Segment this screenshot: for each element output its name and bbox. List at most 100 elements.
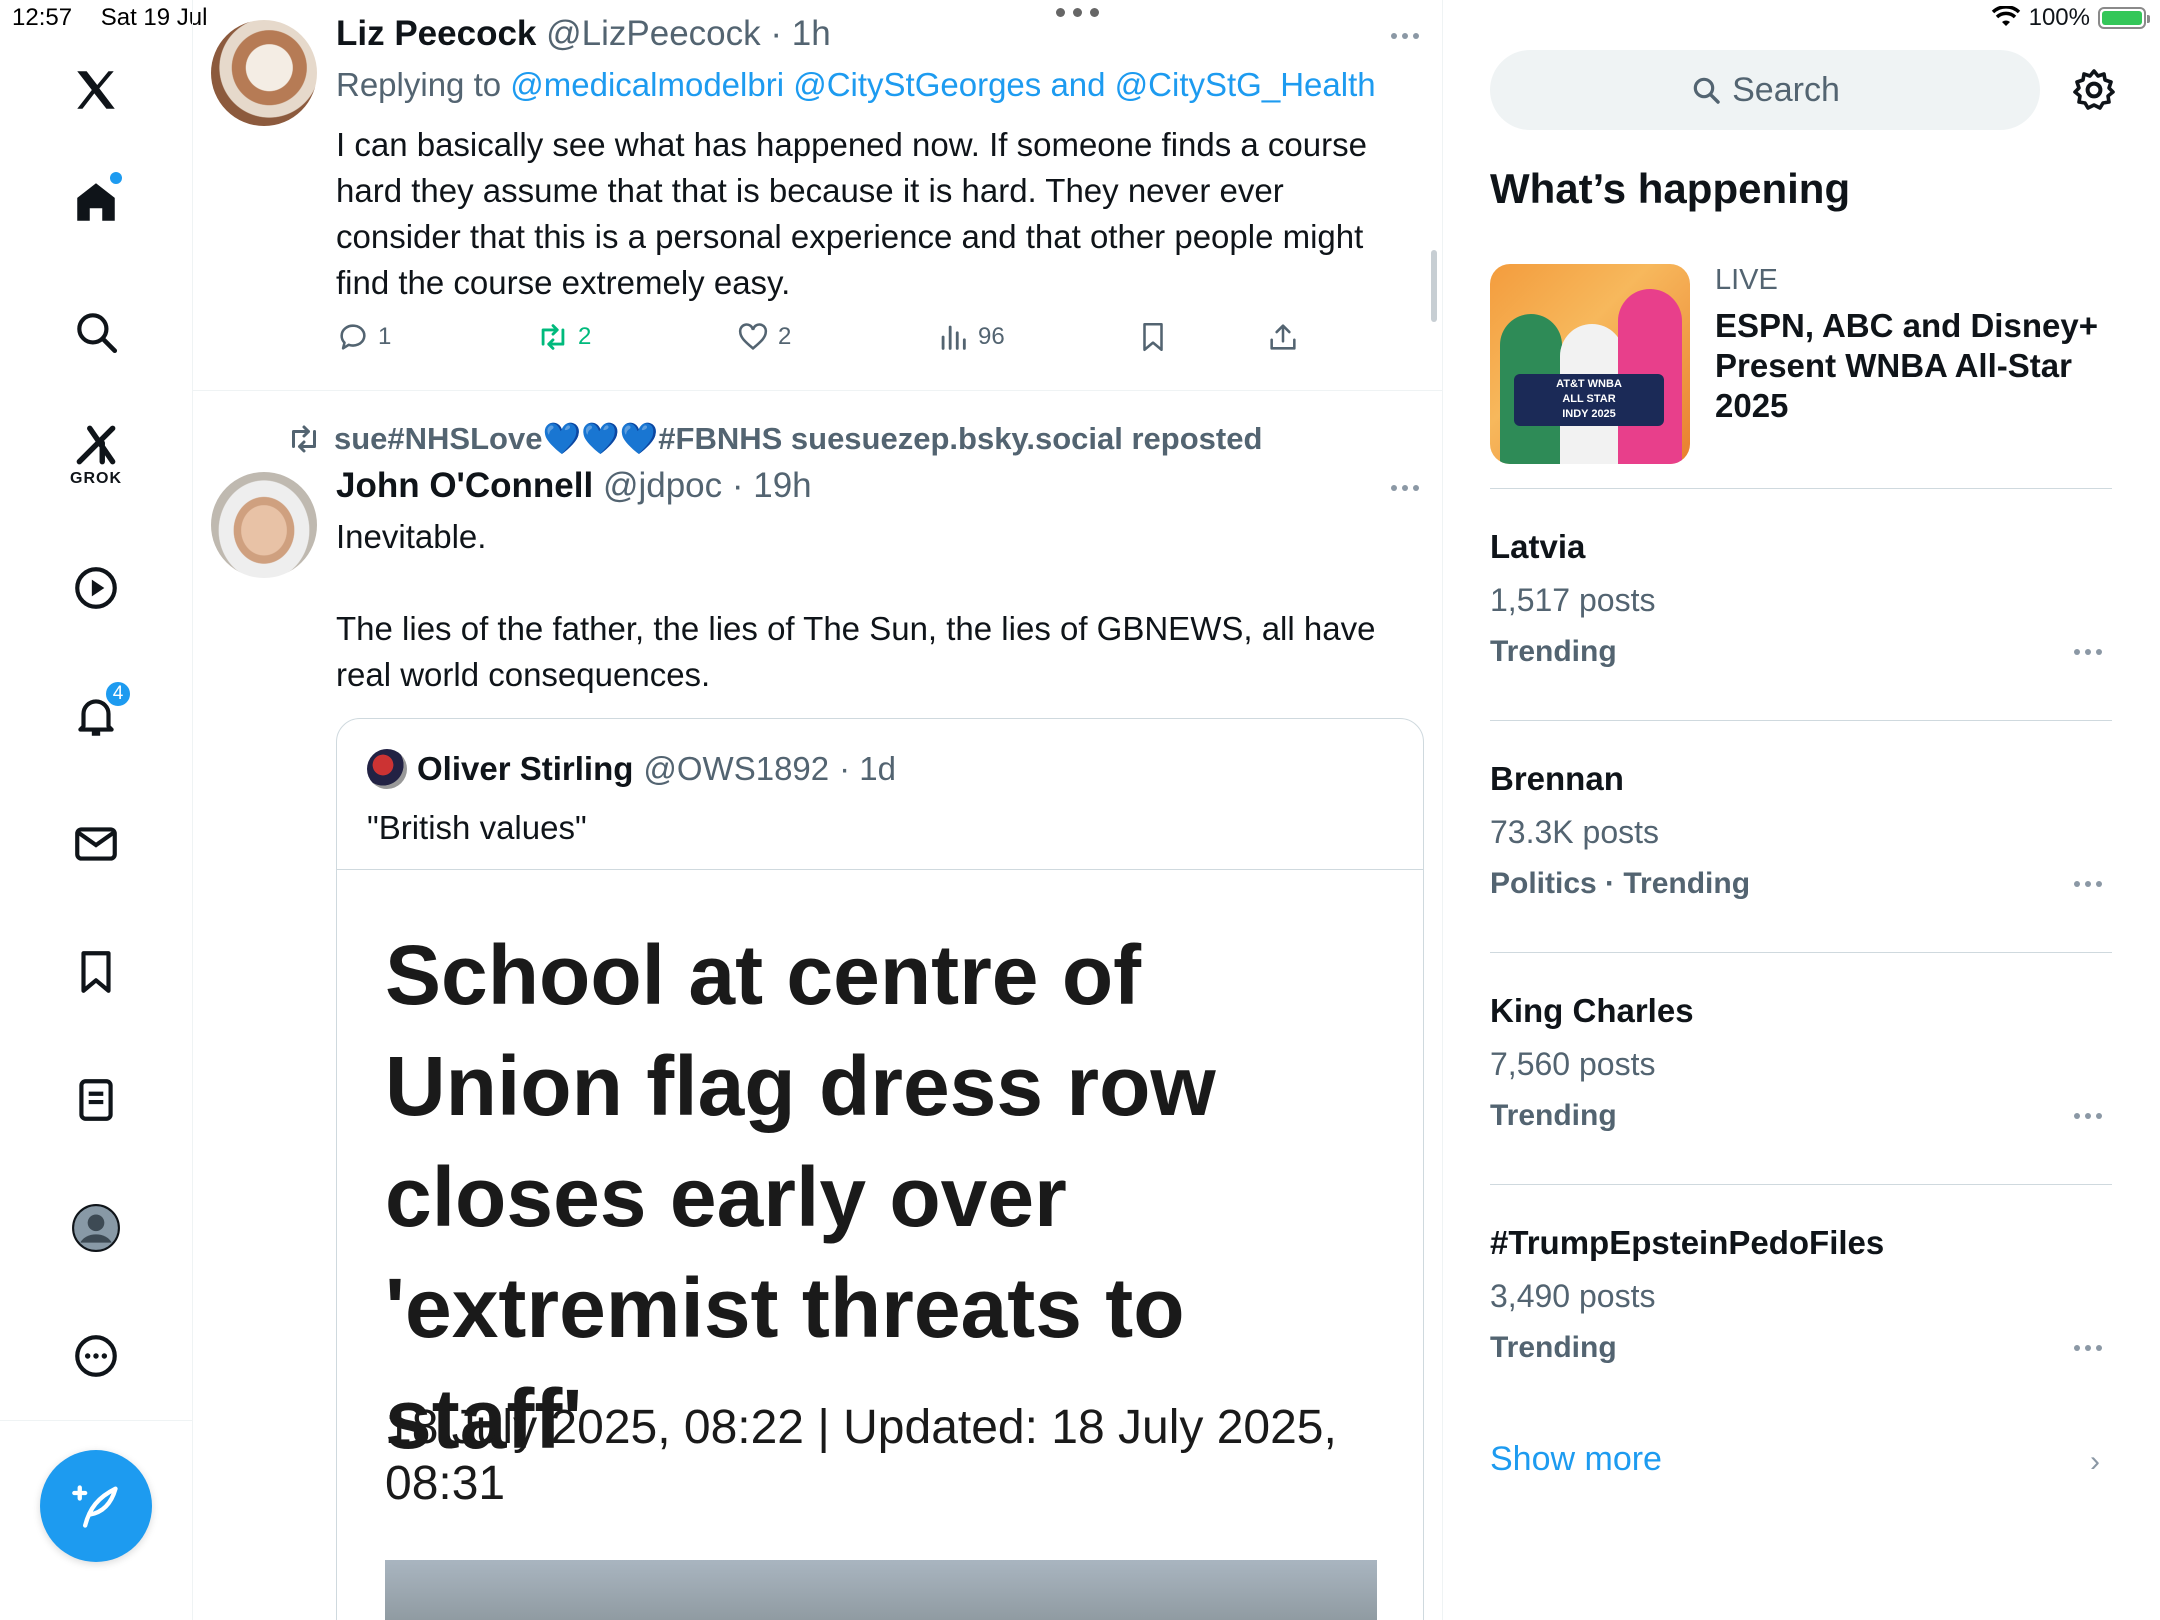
search-input[interactable]: Search [1490, 50, 2040, 130]
lists-icon[interactable] [64, 1068, 128, 1132]
tweet-text: I can basically see what has happened no… [336, 126, 1367, 301]
views-button[interactable]: 96 [936, 320, 1005, 354]
trend-divider [1490, 488, 2112, 489]
trend-item[interactable]: Brennan 73.3K posts Politics · Trending [1490, 760, 2112, 901]
trend-count: 1,517 posts [1490, 582, 1656, 618]
quoted-tweet-text: "British values" [367, 809, 587, 846]
repost-small-icon [292, 425, 316, 452]
featured-event-image[interactable]: AT&T WNBA ALL STAR INDY 2025 [1490, 264, 1690, 464]
trend-item[interactable]: King Charles 7,560 posts Trending [1490, 992, 2112, 1133]
quoted-tweet-header: Oliver Stirling @OWS1892 · 1d [367, 749, 896, 789]
nav-divider [0, 1420, 193, 1421]
repost-context[interactable]: sue#NHSLove💙💙💙#FBNHS suesuezep.bsky.soci… [286, 420, 1262, 457]
replying-to-prefix: Replying to [336, 66, 511, 103]
tweet-more-icon[interactable] [1391, 485, 1419, 491]
tweet-text-line: The lies of the father, the lies of The … [336, 610, 1376, 693]
trend-more-icon[interactable] [2074, 1345, 2102, 1351]
more-options-icon[interactable] [64, 1324, 128, 1388]
search-placeholder: Search [1732, 70, 1840, 109]
tweet-time[interactable]: · 1h [770, 14, 830, 53]
share-button[interactable] [1266, 320, 1300, 354]
tweet-header: John O'Connell @jdpoc · 19h [336, 466, 812, 506]
tweet-time[interactable]: · 19h [732, 466, 812, 505]
tweet-more-icon[interactable] [1391, 33, 1419, 39]
repost-by-name: sue#NHSLove [334, 421, 543, 456]
reply-count: 1 [378, 323, 392, 350]
trend-divider [1490, 1184, 2112, 1185]
trend-item[interactable]: Latvia 1,517 posts Trending [1490, 528, 2112, 669]
explore-search-icon[interactable] [64, 300, 128, 364]
quoted-tweet-card[interactable]: Oliver Stirling @OWS1892 · 1d "British v… [336, 718, 1424, 1620]
compose-post-button[interactable] [40, 1450, 152, 1562]
grok-label: GROK [70, 470, 122, 487]
left-nav: GROK 4 [0, 0, 193, 1620]
trend-divider [1490, 720, 2112, 721]
trend-count: 7,560 posts [1490, 1046, 1656, 1082]
featured-event-title[interactable]: ESPN, ABC and Disney+ Present WNBA All-S… [1715, 306, 2145, 426]
trend-name: Brennan [1490, 760, 1624, 797]
notifications-bell-icon[interactable]: 4 [64, 680, 132, 748]
repost-by-rest: #FBNHS suesuezep.bsky.social reposted [658, 421, 1263, 456]
repost-button[interactable]: 2 [536, 320, 591, 354]
bookmark-button[interactable] [1136, 320, 1170, 354]
timeline: Liz Peecock @LizPeecock · 1h Replying to… [193, 0, 1443, 1620]
trend-category: Politics · Trending [1490, 867, 1751, 900]
reply-button[interactable]: 1 [336, 320, 391, 354]
trend-name: King Charles [1490, 992, 1694, 1029]
author-name[interactable]: John O'Connell [336, 466, 593, 505]
x-logo-icon[interactable] [64, 58, 128, 122]
bookmark-icon [1143, 322, 1163, 352]
trend-item[interactable]: #TrumpEpsteinPedoFiles 3,490 posts Trend… [1490, 1224, 2112, 1365]
trend-more-icon[interactable] [2074, 881, 2102, 887]
home-icon[interactable] [64, 170, 128, 234]
right-sidebar: Search What’s happening AT&T WNBA ALL ST… [1490, 0, 2160, 1620]
quoted-avatar [367, 749, 407, 789]
trend-name: #TrumpEpsteinPedoFiles [1490, 1224, 1885, 1261]
repost-icon [541, 324, 565, 350]
tweet-text: Inevitable. The lies of the father, the … [336, 514, 1416, 698]
compose-feather-icon [72, 1485, 118, 1528]
trend-category: Trending [1490, 1331, 1617, 1364]
author-handle[interactable]: @LizPeecock [546, 14, 761, 53]
image-text: INDY 2025 [1562, 408, 1616, 420]
trend-category: Trending [1490, 1099, 1617, 1132]
repost-count: 2 [578, 323, 592, 350]
image-text: ALL STAR [1562, 393, 1616, 405]
avatar[interactable] [211, 472, 317, 578]
replying-to-mentions[interactable]: @medicalmodelbri @CityStGeorges and @Cit… [510, 66, 1375, 103]
avatar[interactable] [211, 20, 317, 126]
video-play-icon[interactable] [64, 556, 128, 620]
like-count: 2 [778, 323, 792, 350]
like-button[interactable]: 2 [736, 320, 791, 354]
replying-to: Replying to @medicalmodelbri @CityStGeor… [336, 66, 1376, 104]
show-more-link[interactable]: Show more [1490, 1440, 1662, 1479]
trend-count: 73.3K posts [1490, 814, 1659, 850]
tweet-divider [193, 390, 1442, 391]
views-chart-icon [941, 325, 966, 350]
featured-live-label: LIVE [1715, 264, 1778, 296]
messages-envelope-icon[interactable] [64, 812, 128, 876]
author-handle[interactable]: @jdpoc [603, 466, 722, 505]
repost-by-hearts: 💙💙💙 [542, 421, 659, 456]
trend-count: 3,490 posts [1490, 1278, 1656, 1314]
home-unread-dot [110, 172, 122, 184]
trend-category: Trending [1490, 635, 1617, 668]
quoted-author-handle: @OWS1892 [643, 750, 830, 787]
article-screenshot-image[interactable]: School at centre of Union flag dress row… [337, 870, 1423, 1620]
trend-more-icon[interactable] [2074, 649, 2102, 655]
article-photo [385, 1560, 1377, 1620]
trend-name: Latvia [1490, 528, 1586, 565]
article-headline: School at centre of Union flag dress row… [385, 928, 1216, 1466]
article-dateline: 18 July 2025, 08:22 | Updated: 18 July 2… [385, 1401, 1337, 1510]
grok-icon[interactable]: GROK [64, 420, 128, 487]
tweet-actions: 1 2 2 96 [336, 320, 1336, 364]
settings-gear-icon[interactable] [2070, 66, 2118, 114]
author-name[interactable]: Liz Peecock [336, 14, 536, 53]
heart-icon [738, 323, 768, 350]
trend-more-icon[interactable] [2074, 1113, 2102, 1119]
bookmarks-icon[interactable] [64, 940, 128, 1004]
notifications-badge: 4 [104, 680, 132, 708]
share-upload-icon [1270, 324, 1296, 350]
scrollbar[interactable] [1431, 250, 1437, 322]
profile-avatar-icon[interactable] [64, 1196, 128, 1260]
